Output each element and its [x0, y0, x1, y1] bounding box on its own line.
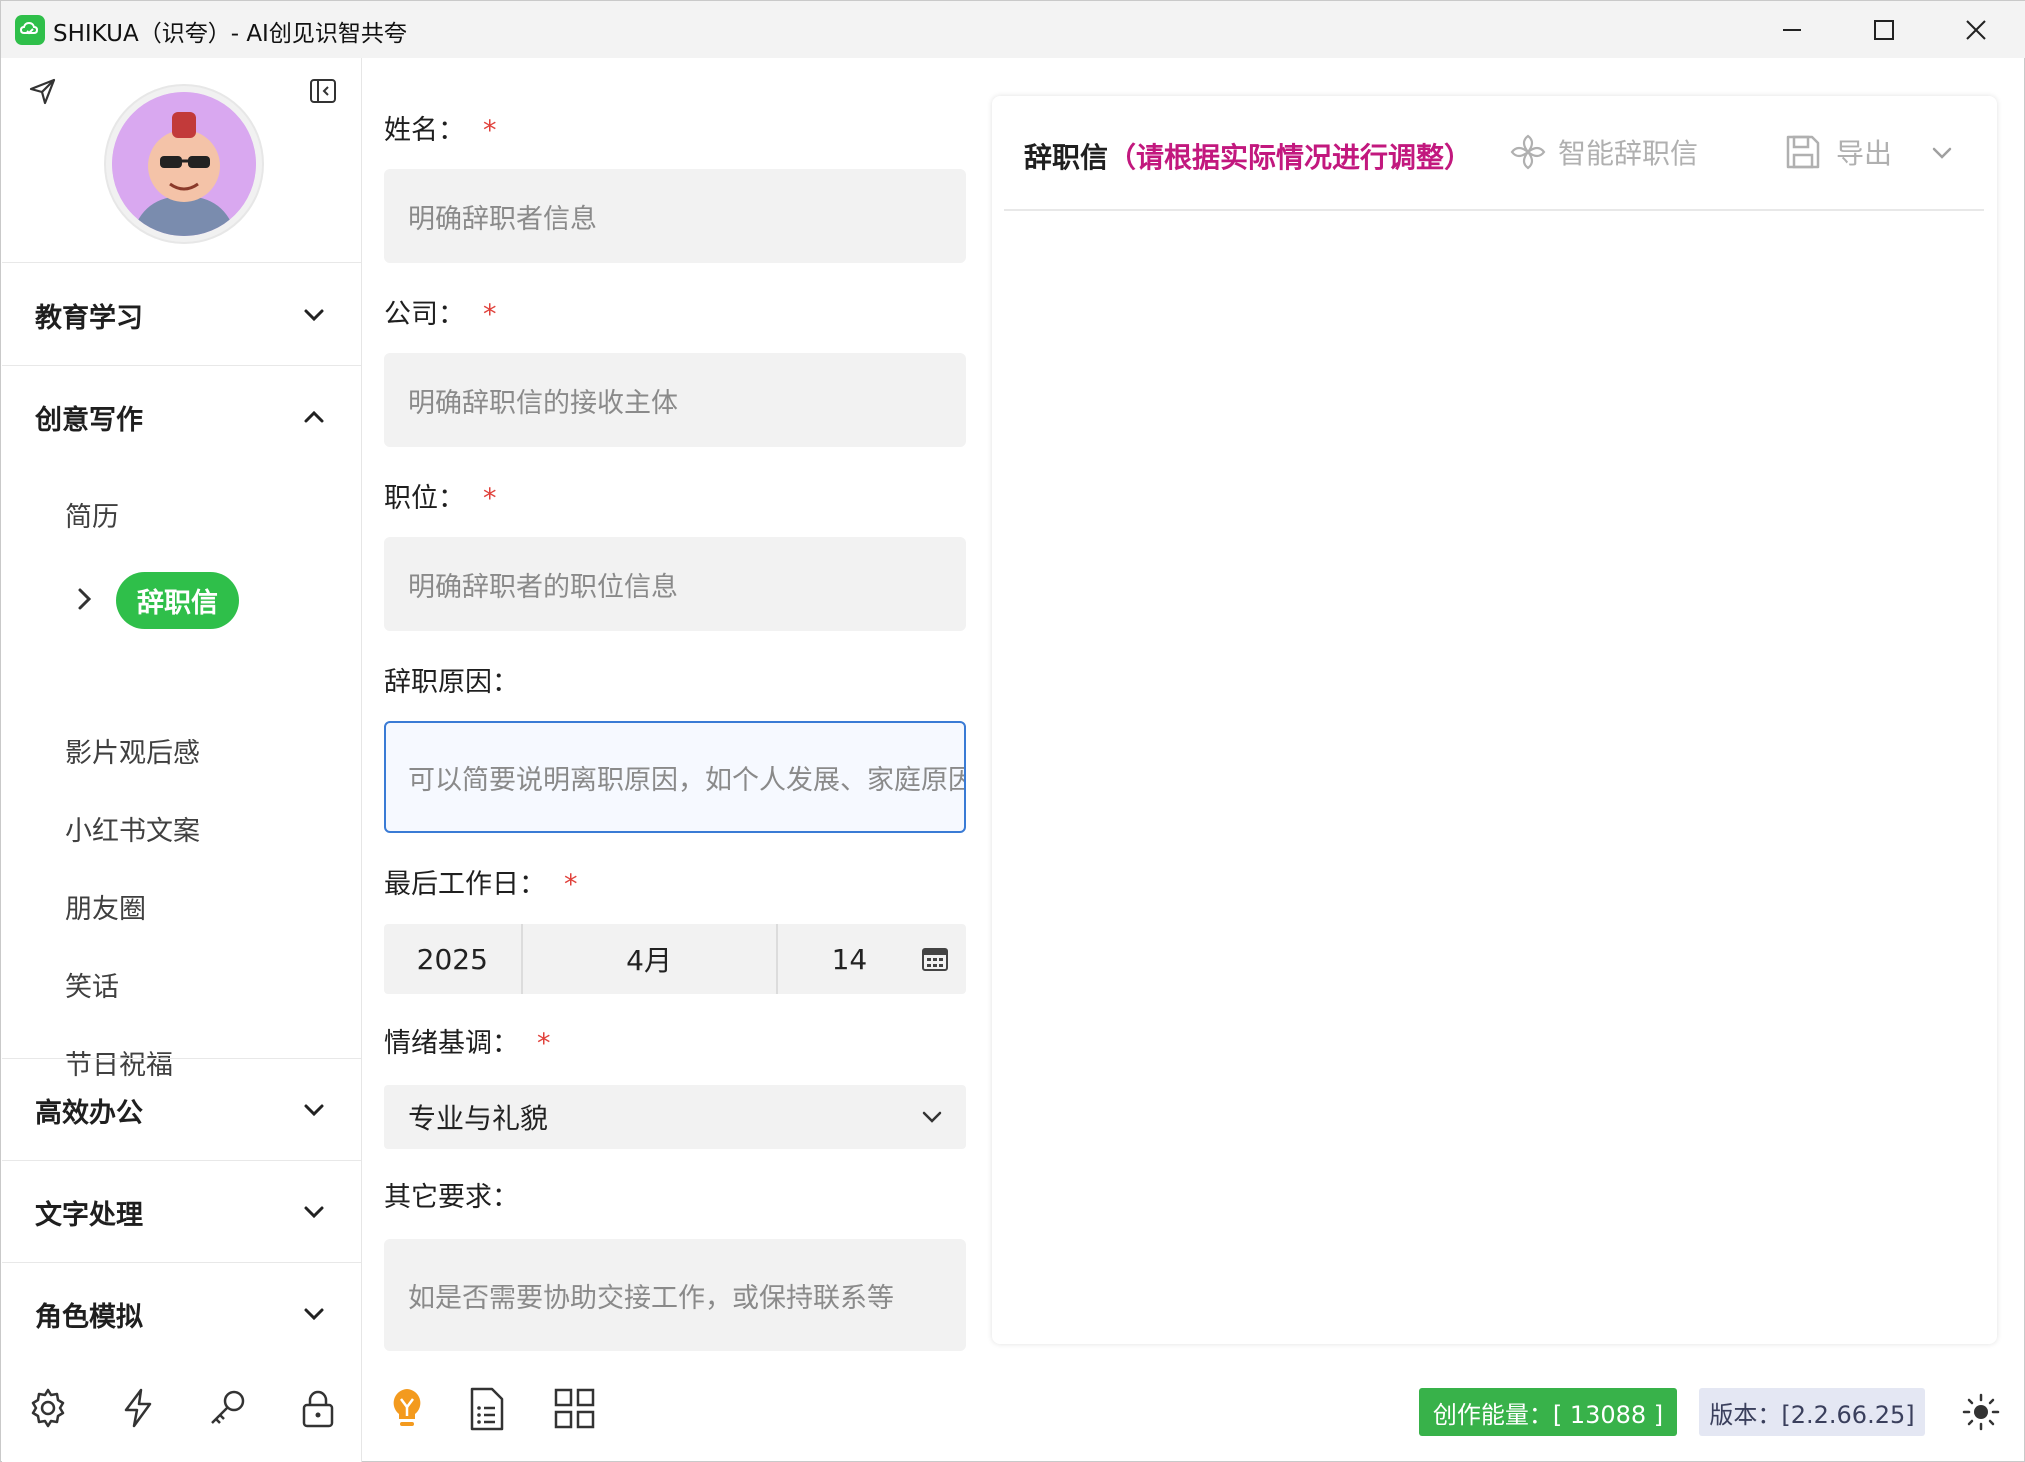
last-day-label: 最后工作日： *	[384, 869, 578, 900]
category-label: 高效办公	[35, 1097, 143, 1129]
divider	[2, 1058, 361, 1059]
sidebar: 教育学习 创意写作 简历 辞职信 影片观后感 小红书文案 朋友圈 笑话 节日祝福…	[2, 58, 362, 1462]
position-input[interactable]: 明确辞职者的职位信息	[384, 537, 966, 631]
category-label: 文字处理	[35, 1199, 143, 1231]
theme-toggle-sun-icon[interactable]	[1962, 1393, 2000, 1431]
window-title: SHIKUA（识夸）- AI创见识智共夸	[53, 21, 407, 47]
tone-select[interactable]: 专业与礼貌	[384, 1085, 966, 1149]
app-window: SHIKUA（识夸）- AI创见识智共夸 教育学习 创意写作 简历 辞职信 影片…	[0, 0, 2025, 1462]
maximize-button[interactable]	[1839, 1, 1929, 58]
chevron-down-icon	[298, 299, 330, 331]
save-icon	[1786, 135, 1820, 169]
chevron-down-icon	[916, 1101, 948, 1133]
category-role-play[interactable]: 角色模拟	[2, 1264, 361, 1364]
company-input[interactable]: 明确辞职信的接收主体	[384, 353, 966, 447]
title-bar: SHIKUA（识夸）- AI创见识智共夸	[1, 1, 2025, 58]
sidebar-item-resume[interactable]: 简历	[65, 495, 119, 534]
other-input[interactable]: 如是否需要协助交接工作，或保持联系等	[384, 1239, 966, 1351]
grid-icon[interactable]	[552, 1386, 598, 1432]
sidebar-collapse-icon[interactable]	[308, 76, 338, 106]
sidebar-item-jokes[interactable]: 笑话	[65, 965, 119, 1004]
chevron-up-icon	[298, 401, 330, 433]
date-year[interactable]: 2025	[384, 924, 521, 994]
ai-spark-icon	[1510, 134, 1546, 170]
category-office[interactable]: 高效办公	[2, 1060, 361, 1160]
tone-label: 情绪基调： *	[384, 1028, 551, 1059]
output-panel-header: 辞职信（请根据实际情况进行调整） 智能辞职信 导出	[992, 96, 1997, 211]
close-button[interactable]	[1931, 1, 2021, 58]
lock-icon[interactable]	[296, 1386, 340, 1430]
energy-badge: 创作能量：[ 13088 ]	[1419, 1388, 1677, 1436]
version-badge: 版本：[2.2.66.25]	[1699, 1388, 1925, 1436]
last-day-date-picker[interactable]: 2025 4月 14	[384, 924, 966, 994]
category-label: 教育学习	[35, 302, 143, 334]
category-creative-writing[interactable]: 创意写作	[2, 367, 361, 467]
app-logo-icon	[15, 15, 45, 45]
date-day[interactable]: 14	[778, 924, 922, 994]
name-input[interactable]: 明确辞职者信息	[384, 169, 966, 263]
divider	[2, 262, 361, 263]
sidebar-item-resignation-letter[interactable]: 辞职信	[116, 572, 239, 629]
category-label: 创意写作	[35, 404, 143, 436]
output-content-area[interactable]	[1004, 216, 1984, 1326]
sidebar-item-movie-review[interactable]: 影片观后感	[65, 731, 200, 770]
minimize-button[interactable]	[1747, 1, 1837, 58]
adjust-hint: （请根据实际情况进行调整）	[1108, 141, 1473, 174]
avatar[interactable]	[104, 84, 264, 244]
category-text-processing[interactable]: 文字处理	[2, 1162, 361, 1262]
export-button[interactable]: 导出	[1784, 132, 1892, 172]
key-icon[interactable]	[206, 1386, 250, 1430]
settings-icon[interactable]	[26, 1386, 70, 1430]
sidebar-item-xiaohongshu[interactable]: 小红书文案	[65, 809, 200, 848]
document-list-icon[interactable]	[464, 1386, 510, 1432]
output-title: 辞职信（请根据实际情况进行调整）	[1024, 141, 1473, 174]
other-label: 其它要求：	[384, 1182, 519, 1213]
date-month[interactable]: 4月	[523, 924, 776, 994]
position-label: 职位： *	[384, 483, 497, 514]
name-label: 姓名： *	[384, 115, 497, 146]
export-dropdown-chevron-icon[interactable]	[1927, 138, 1957, 168]
calendar-icon[interactable]	[921, 924, 966, 994]
lightning-icon[interactable]	[116, 1386, 160, 1430]
divider	[2, 1262, 361, 1263]
chevron-right-icon	[70, 584, 100, 614]
send-icon[interactable]	[28, 76, 58, 106]
avatar-image	[112, 92, 256, 236]
reason-textarea[interactable]: 可以简要说明离职原因，如个人发展、家庭原因等	[384, 721, 966, 833]
smart-resignation-button[interactable]: 智能辞职信	[1508, 132, 1698, 172]
sidebar-item-moments[interactable]: 朋友圈	[65, 887, 146, 926]
chevron-down-icon	[298, 1196, 330, 1228]
lightbulb-icon[interactable]	[384, 1386, 430, 1432]
category-education[interactable]: 教育学习	[2, 265, 361, 365]
divider	[2, 1160, 361, 1161]
chevron-down-icon	[298, 1094, 330, 1126]
category-label: 角色模拟	[35, 1301, 143, 1333]
header-divider	[1004, 209, 1984, 211]
reason-label: 辞职原因：	[384, 667, 519, 698]
company-label: 公司： *	[384, 299, 497, 330]
chevron-down-icon	[298, 1298, 330, 1330]
divider	[2, 365, 361, 366]
output-panel: 辞职信（请根据实际情况进行调整） 智能辞职信 导出	[992, 96, 1997, 1344]
